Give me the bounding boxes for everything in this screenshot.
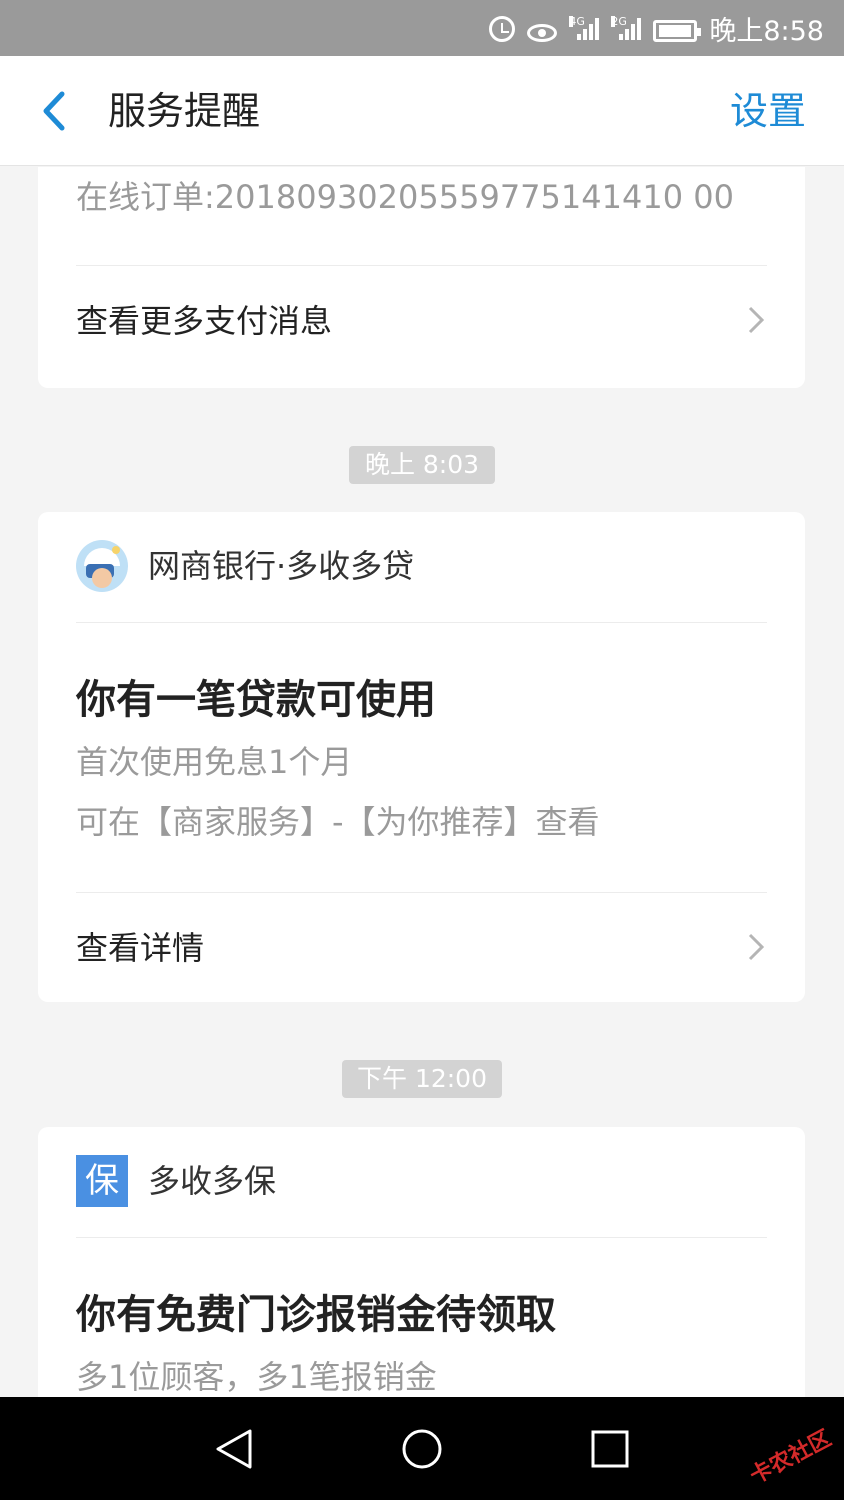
status-bar: 4G 2G 晚上8:58 xyxy=(0,0,844,56)
message-line-1: 首次使用免息1个月 xyxy=(76,743,353,781)
more-payment-messages-link[interactable]: 查看更多支付消息 xyxy=(76,299,332,343)
mybank-logo-icon xyxy=(76,540,128,592)
system-nav-bar: 卡农社区 xyxy=(0,1397,844,1500)
watermark-logo: 卡农社区 xyxy=(746,1426,836,1490)
order-number: 在线订单:20180930205559775141410 00 xyxy=(76,178,734,216)
back-arrow-icon[interactable] xyxy=(32,86,82,136)
nav-home-icon[interactable] xyxy=(394,1421,450,1477)
message-line-1: 多1位顾客，多1笔报销金 xyxy=(76,1358,437,1396)
insurance-logo-icon: 保 xyxy=(76,1155,128,1207)
payment-message-card: 在线订单:20180930205559775141410 00 查看更多支付消息 xyxy=(38,167,805,388)
chevron-right-icon xyxy=(745,303,767,337)
divider xyxy=(76,892,767,893)
nav-back-icon[interactable] xyxy=(206,1421,262,1477)
divider xyxy=(76,265,767,266)
sender-name: 网商银行·多收多贷 xyxy=(148,547,415,585)
sender-name: 多收多保 xyxy=(148,1162,277,1200)
app-header: 服务提醒 设置 xyxy=(0,56,844,166)
divider xyxy=(76,1237,767,1238)
loan-message-card[interactable]: 网商银行·多收多贷 你有一笔贷款可使用 首次使用免息1个月 可在【商家服务】-【… xyxy=(38,512,805,1002)
insurance-message-card[interactable]: 保 多收多保 你有免费门诊报销金待领取 多1位顾客，多1笔报销金 xyxy=(38,1127,805,1397)
status-time: 晚上8:58 xyxy=(709,15,824,47)
timestamp-badge: 晚上 8:03 xyxy=(349,446,495,484)
message-list[interactable]: 在线订单:20180930205559775141410 00 查看更多支付消息… xyxy=(0,167,844,1397)
view-details-link[interactable]: 查看详情 xyxy=(76,926,204,970)
signal-2g-icon: 2G xyxy=(611,16,642,40)
settings-button[interactable]: 设置 xyxy=(730,86,806,136)
signal-4g-icon: 4G xyxy=(569,16,600,40)
eye-comfort-icon xyxy=(527,14,558,42)
message-title: 你有一笔贷款可使用 xyxy=(76,677,436,723)
divider xyxy=(76,622,767,623)
battery-charging-icon xyxy=(653,14,702,42)
message-title: 你有免费门诊报销金待领取 xyxy=(76,1292,556,1338)
chevron-right-icon xyxy=(745,930,767,964)
message-line-2: 可在【商家服务】-【为你推荐】查看 xyxy=(76,803,600,841)
page-title: 服务提醒 xyxy=(108,89,261,133)
timestamp-badge: 下午 12:00 xyxy=(342,1060,502,1098)
nav-recents-icon[interactable] xyxy=(582,1421,638,1477)
alarm-icon xyxy=(489,14,516,42)
